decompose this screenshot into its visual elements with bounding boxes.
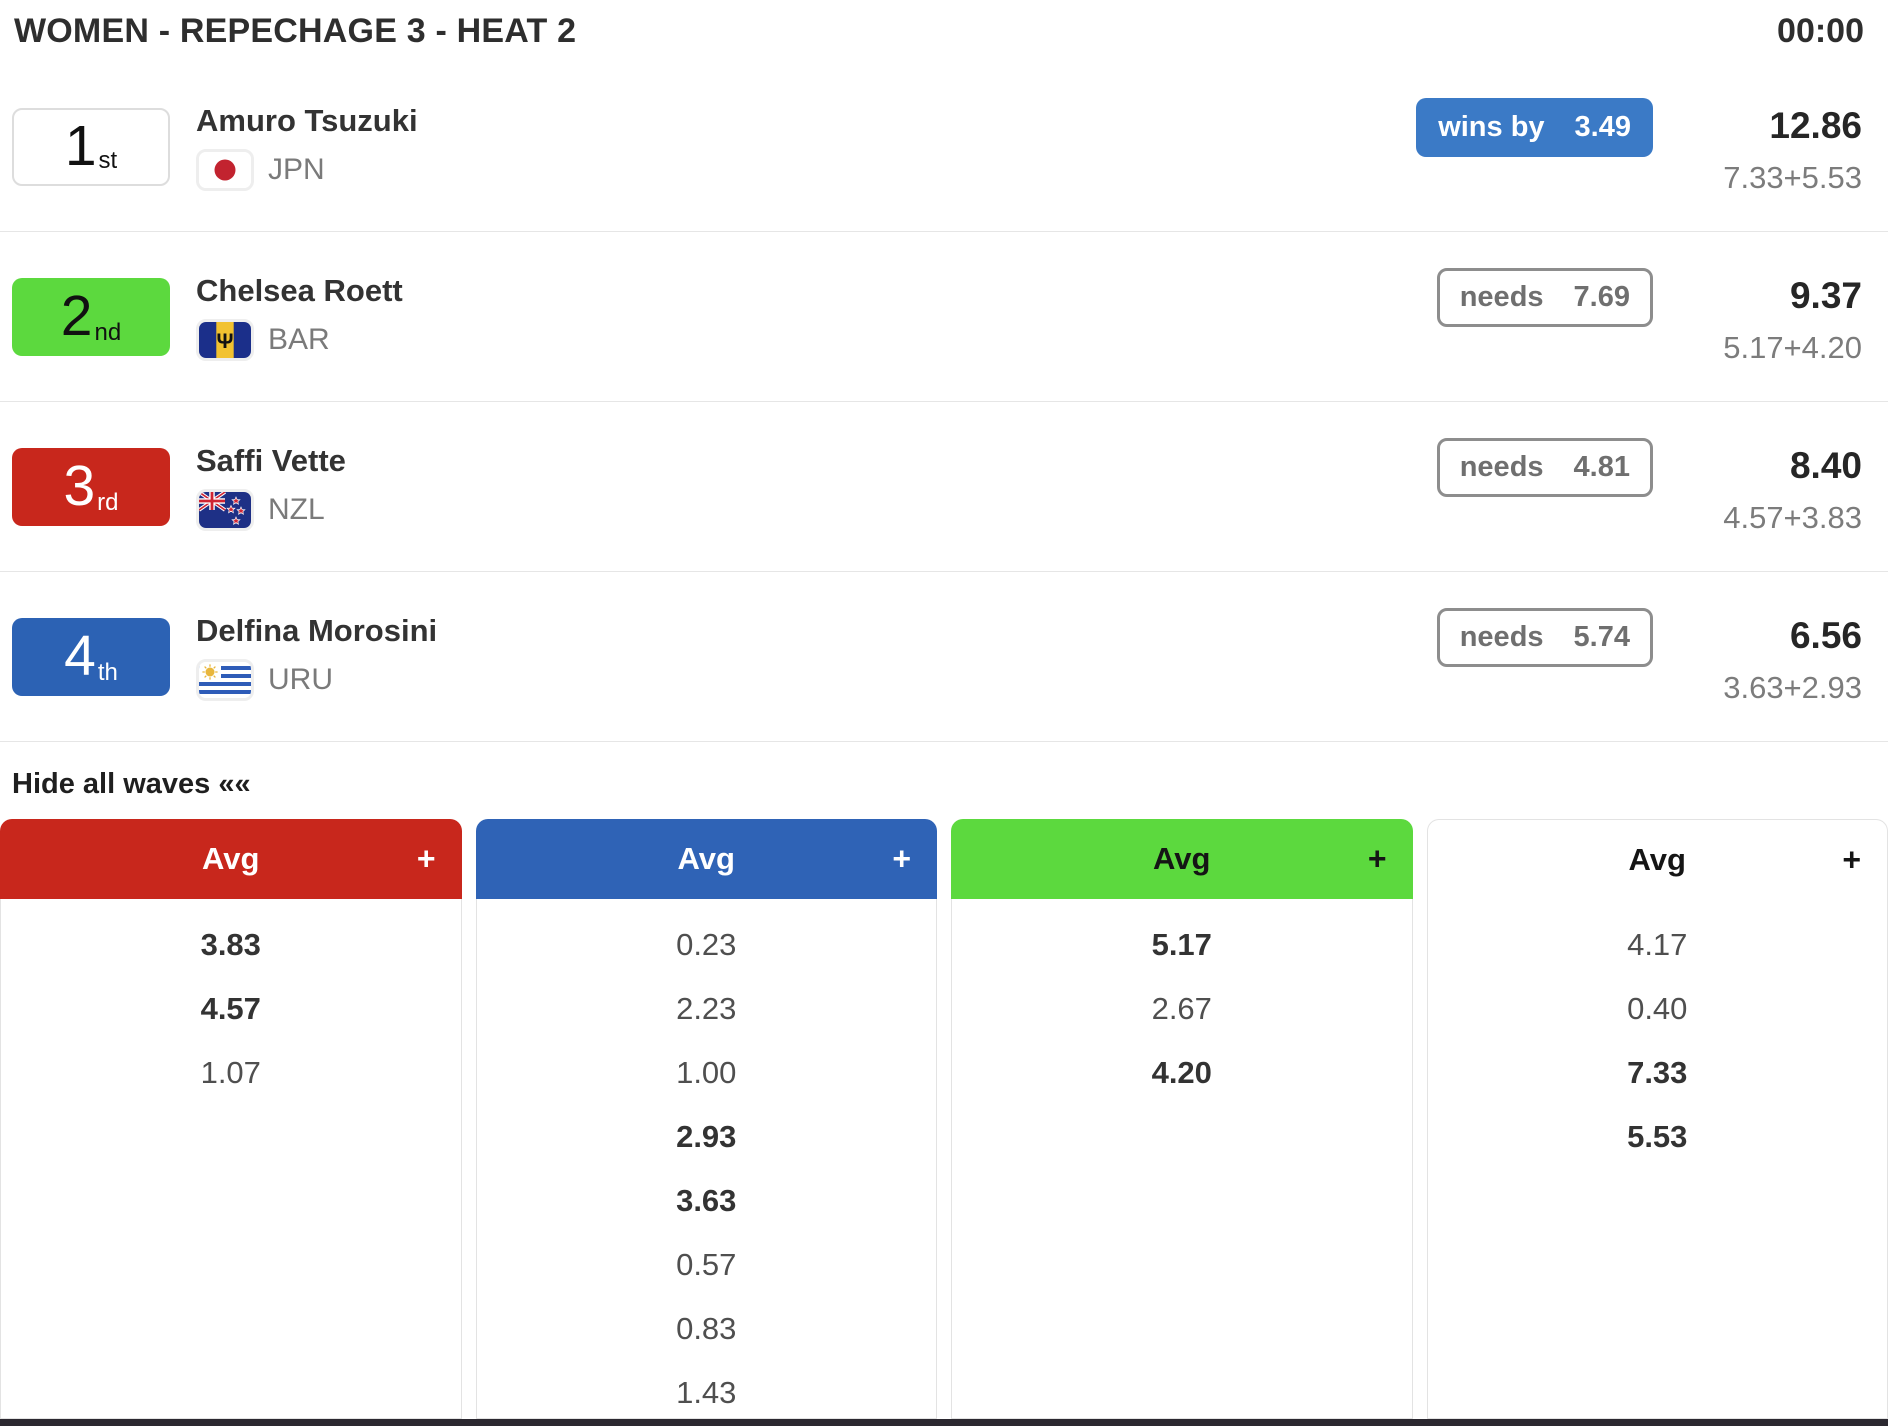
- athlete-name: Saffi Vette: [196, 443, 346, 479]
- rank-suffix: th: [98, 659, 118, 687]
- avg-label: Avg: [202, 841, 259, 877]
- country-code: URU: [268, 663, 333, 697]
- wave-score: 0.40: [1428, 977, 1888, 1041]
- score-breakdown: 3.63+2.93: [1687, 670, 1862, 706]
- wave-column-blue: Avg + 0.23 2.23 1.00 2.93 3.63 0.57 0.83…: [476, 819, 938, 1419]
- wave-list: 3.83 4.57 1.07: [0, 899, 462, 1419]
- wave-score: 0.23: [477, 913, 937, 977]
- athlete-name: Amuro Tsuzuki: [196, 103, 418, 139]
- heat-header: WOMEN - REPECHAGE 3 - HEAT 2 00:00: [0, 0, 1888, 62]
- column-header[interactable]: Avg +: [951, 819, 1413, 899]
- rank-suffix: st: [99, 147, 118, 175]
- wave-score: 3.83: [1, 913, 461, 977]
- avg-label: Avg: [1629, 842, 1686, 878]
- wave-score: 4.17: [1428, 913, 1888, 977]
- total-score: 8.40: [1687, 438, 1862, 494]
- wave-score: 1.07: [1, 1041, 461, 1105]
- rank-number: 2: [61, 288, 93, 345]
- country-code: JPN: [268, 153, 325, 187]
- rank-suffix: nd: [95, 319, 122, 347]
- wave-score: 1.00: [477, 1041, 937, 1105]
- wave-score: 2.23: [477, 977, 937, 1041]
- country-code: NZL: [268, 493, 325, 527]
- wave-score: 0.83: [477, 1297, 937, 1361]
- badge-label: wins by: [1438, 111, 1544, 144]
- wave-score: 5.53: [1428, 1105, 1888, 1169]
- wave-column-red: Avg + 3.83 4.57 1.07: [0, 819, 462, 1419]
- rank-badge: 3rd: [12, 448, 170, 526]
- page-title: WOMEN - REPECHAGE 3 - HEAT 2: [14, 12, 576, 51]
- column-header[interactable]: Avg +: [0, 819, 462, 899]
- wave-columns: Avg + 3.83 4.57 1.07 Avg + 0.23 2.23 1.0…: [0, 819, 1888, 1419]
- badge-value: 5.74: [1574, 621, 1630, 654]
- badge-label: needs: [1460, 621, 1544, 654]
- rank-badge: 4th: [12, 618, 170, 696]
- country-code: BAR: [268, 323, 330, 357]
- rank-suffix: rd: [97, 489, 118, 517]
- score-breakdown: 5.17+4.20: [1687, 330, 1862, 366]
- score-breakdown: 4.57+3.83: [1687, 500, 1862, 536]
- plus-icon[interactable]: +: [892, 841, 911, 878]
- avg-label: Avg: [678, 841, 735, 877]
- wave-score: 7.33: [1428, 1041, 1888, 1105]
- athlete-name: Delfina Morosini: [196, 613, 437, 649]
- badge-label: needs: [1460, 281, 1544, 314]
- column-header[interactable]: Avg +: [476, 819, 938, 899]
- athlete-name: Chelsea Roett: [196, 273, 403, 309]
- flag-jpn-icon: [196, 149, 254, 191]
- wins-by-badge: wins by 3.49: [1416, 98, 1653, 157]
- wave-column-green: Avg + 5.17 2.67 4.20: [951, 819, 1413, 1419]
- plus-icon[interactable]: +: [417, 841, 436, 878]
- rank-number: 1: [65, 118, 97, 175]
- needs-badge: needs 5.74: [1437, 608, 1653, 667]
- wave-list: 0.23 2.23 1.00 2.93 3.63 0.57 0.83 1.43: [476, 899, 938, 1419]
- rank-number: 4: [64, 628, 96, 685]
- total-score: 12.86: [1687, 98, 1862, 154]
- wave-score: 3.63: [477, 1169, 937, 1233]
- heat-timer: 00:00: [1777, 12, 1864, 51]
- needs-badge: needs 4.81: [1437, 438, 1653, 497]
- badge-label: needs: [1460, 451, 1544, 484]
- flag-nzl-icon: [196, 489, 254, 531]
- wave-column-white: Avg + 4.17 0.40 7.33 5.53: [1427, 819, 1888, 1419]
- plus-icon[interactable]: +: [1368, 841, 1387, 878]
- wave-score: 2.67: [952, 977, 1412, 1041]
- wave-score: 5.17: [952, 913, 1412, 977]
- wave-list: 4.17 0.40 7.33 5.53: [1427, 899, 1888, 1419]
- flag-uru-icon: [196, 659, 254, 701]
- athlete-row: 1st Amuro Tsuzuki JPN wins by 3.49 12.86…: [0, 62, 1888, 232]
- athlete-row: 2nd Chelsea Roett Ψ BAR needs 7.69 9.37 …: [0, 232, 1888, 402]
- score-breakdown: 7.33+5.53: [1687, 160, 1862, 196]
- plus-icon[interactable]: +: [1842, 841, 1861, 878]
- badge-value: 4.81: [1574, 451, 1630, 484]
- rank-number: 3: [63, 458, 95, 515]
- total-score: 6.56: [1687, 608, 1862, 664]
- wave-list: 5.17 2.67 4.20: [951, 899, 1413, 1419]
- needs-badge: needs 7.69: [1437, 268, 1653, 327]
- flag-bar-icon: Ψ: [196, 319, 254, 361]
- badge-value: 3.49: [1575, 111, 1631, 144]
- svg-text:Ψ: Ψ: [217, 330, 234, 353]
- column-header[interactable]: Avg +: [1427, 819, 1888, 899]
- wave-score: 4.20: [952, 1041, 1412, 1105]
- badge-value: 7.69: [1574, 281, 1630, 314]
- hide-waves-toggle[interactable]: Hide all waves ««: [12, 768, 1888, 801]
- wave-score: 4.57: [1, 977, 461, 1041]
- wave-score: 2.93: [477, 1105, 937, 1169]
- rank-badge: 2nd: [12, 278, 170, 356]
- bottom-bar: [0, 1419, 1888, 1426]
- avg-label: Avg: [1153, 841, 1210, 877]
- athlete-row: 4th Delfina Morosini: [0, 572, 1888, 742]
- wave-score: 0.57: [477, 1233, 937, 1297]
- wave-score: 1.43: [477, 1361, 937, 1419]
- total-score: 9.37: [1687, 268, 1862, 324]
- rank-badge: 1st: [12, 108, 170, 186]
- athlete-row: 3rd Saffi Vette: [0, 402, 1888, 572]
